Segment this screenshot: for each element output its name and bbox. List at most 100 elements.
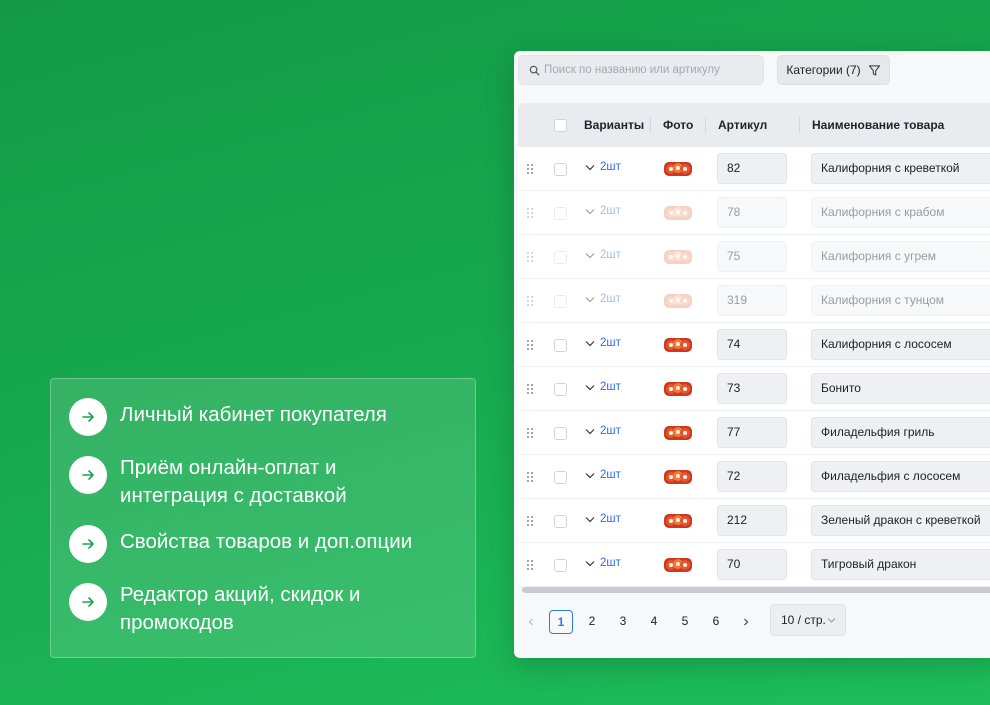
table-header: Варианты Фото Артикул Наименование товар… <box>518 103 990 147</box>
table-row[interactable]: 2шт 74 Калифорния с лососем <box>518 323 990 367</box>
table-body: 2шт 82 Калифорния с креветкой 2шт 78 Кал… <box>518 147 990 587</box>
table-row[interactable]: 2шт 212 Зеленый дракон с креветкой <box>518 499 990 543</box>
drag-handle-icon[interactable] <box>526 427 534 439</box>
product-name-field[interactable]: Калифорния с лососем <box>811 329 990 360</box>
sku-field[interactable]: 75 <box>717 241 787 272</box>
header-sku[interactable]: Артикул <box>718 103 767 147</box>
product-name-field[interactable]: Филадельфия с лососем <box>811 461 990 492</box>
chevron-down-icon[interactable] <box>585 428 595 436</box>
toolbar: Категории (7) <box>514 51 990 103</box>
drag-handle-icon[interactable] <box>526 295 534 307</box>
row-checkbox[interactable] <box>554 559 567 572</box>
chevron-down-icon[interactable] <box>585 384 595 392</box>
row-checkbox[interactable] <box>554 251 567 264</box>
variants-count-link[interactable]: 2шт <box>600 469 621 481</box>
sku-field[interactable]: 212 <box>717 505 787 536</box>
variants-count-link[interactable]: 2шт <box>600 293 621 305</box>
sku-field[interactable]: 78 <box>717 197 787 228</box>
drag-handle-icon[interactable] <box>526 383 534 395</box>
row-checkbox[interactable] <box>554 207 567 220</box>
row-checkbox[interactable] <box>554 339 567 352</box>
row-checkbox[interactable] <box>554 471 567 484</box>
select-all-checkbox[interactable] <box>554 119 567 132</box>
table-row[interactable]: 2шт 70 Тигровый дракон <box>518 543 990 587</box>
product-name-field[interactable]: Калифорния с тунцом <box>811 285 990 316</box>
drag-handle-icon[interactable] <box>526 163 534 175</box>
header-variants[interactable]: Варианты <box>584 103 644 147</box>
products-table: Варианты Фото Артикул Наименование товар… <box>518 103 990 587</box>
variants-count-link[interactable]: 2шт <box>600 557 621 569</box>
row-checkbox[interactable] <box>554 515 567 528</box>
page-button-6[interactable]: 6 <box>704 610 728 634</box>
table-row[interactable]: 2шт 82 Калифорния с креветкой <box>518 147 990 191</box>
chevron-down-icon[interactable] <box>585 296 595 304</box>
page-size-select[interactable]: 10 / стр. <box>770 604 846 636</box>
page-button-4[interactable]: 4 <box>642 610 666 634</box>
row-checkbox[interactable] <box>554 427 567 440</box>
row-checkbox[interactable] <box>554 295 567 308</box>
horizontal-scrollbar[interactable] <box>522 587 990 593</box>
sku-field[interactable]: 73 <box>717 373 787 404</box>
sku-field[interactable]: 70 <box>717 549 787 580</box>
header-name[interactable]: Наименование товара <box>812 103 944 147</box>
feature-item: Личный кабинет покупателя <box>69 397 457 436</box>
table-row[interactable]: 2шт 319 Калифорния с тунцом <box>518 279 990 323</box>
product-name-field[interactable]: Тигровый дракон <box>811 549 990 580</box>
page-button-5[interactable]: 5 <box>673 610 697 634</box>
variants-count-link[interactable]: 2шт <box>600 513 621 525</box>
product-name-field[interactable]: Калифорния с крабом <box>811 197 990 228</box>
feature-item: Редактор акций, скидок и промокодов <box>69 577 457 637</box>
variants-count-link[interactable]: 2шт <box>600 337 621 349</box>
drag-handle-icon[interactable] <box>526 251 534 263</box>
sku-field[interactable]: 82 <box>717 153 787 184</box>
table-row[interactable]: 2шт 73 Бонито <box>518 367 990 411</box>
sku-field[interactable]: 77 <box>717 417 787 448</box>
variants-count-link[interactable]: 2шт <box>600 161 621 173</box>
chevron-down-icon[interactable] <box>585 516 595 524</box>
product-name-field[interactable]: Калифорния с угрем <box>811 241 990 272</box>
sku-field[interactable]: 319 <box>717 285 787 316</box>
product-name-field[interactable]: Калифорния с креветкой <box>811 153 990 184</box>
product-photo <box>664 470 692 484</box>
chevron-down-icon[interactable] <box>585 560 595 568</box>
categories-filter-button[interactable]: Категории (7) <box>777 55 890 85</box>
variants-count-link[interactable]: 2шт <box>600 249 621 261</box>
search-box[interactable] <box>518 55 764 85</box>
header-photo[interactable]: Фото <box>663 103 693 147</box>
search-input[interactable] <box>544 64 744 76</box>
drag-handle-icon[interactable] <box>526 515 534 527</box>
variants-count-link[interactable]: 2шт <box>600 425 621 437</box>
table-row[interactable]: 2шт 78 Калифорния с крабом <box>518 191 990 235</box>
table-row[interactable]: 2шт 72 Филадельфия с лососем <box>518 455 990 499</box>
row-checkbox[interactable] <box>554 383 567 396</box>
chevron-down-icon[interactable] <box>585 164 595 172</box>
page-button-2[interactable]: 2 <box>580 610 604 634</box>
product-photo <box>664 294 692 308</box>
drag-handle-icon[interactable] <box>526 559 534 571</box>
variants-count-link[interactable]: 2шт <box>600 205 621 217</box>
table-row[interactable]: 2шт 75 Калифорния с угрем <box>518 235 990 279</box>
search-icon <box>529 65 540 75</box>
product-name-field[interactable]: Бонито <box>811 373 990 404</box>
chevron-down-icon[interactable] <box>585 252 595 260</box>
drag-handle-icon[interactable] <box>526 339 534 351</box>
page-button-1[interactable]: 1 <box>549 610 573 634</box>
chevron-down-icon[interactable] <box>585 208 595 216</box>
chevron-down-icon[interactable] <box>585 472 595 480</box>
drag-handle-icon[interactable] <box>526 471 534 483</box>
product-name-field[interactable]: Филадельфия гриль <box>811 417 990 448</box>
row-checkbox[interactable] <box>554 163 567 176</box>
variants-count-link[interactable]: 2шт <box>600 381 621 393</box>
chevron-down-icon[interactable] <box>585 340 595 348</box>
product-photo <box>664 206 692 220</box>
sku-field[interactable]: 72 <box>717 461 787 492</box>
feature-text: Личный кабинет покупателя <box>120 403 387 426</box>
page-button-3[interactable]: 3 <box>611 610 635 634</box>
sku-field[interactable]: 74 <box>717 329 787 360</box>
prev-page-button[interactable] <box>519 610 543 634</box>
drag-handle-icon[interactable] <box>526 207 534 219</box>
table-row[interactable]: 2шт 77 Филадельфия гриль <box>518 411 990 455</box>
product-name-field[interactable]: Зеленый дракон с креветкой <box>811 505 990 536</box>
categories-label: Категории (7) <box>786 63 861 77</box>
next-page-button[interactable] <box>734 610 758 634</box>
